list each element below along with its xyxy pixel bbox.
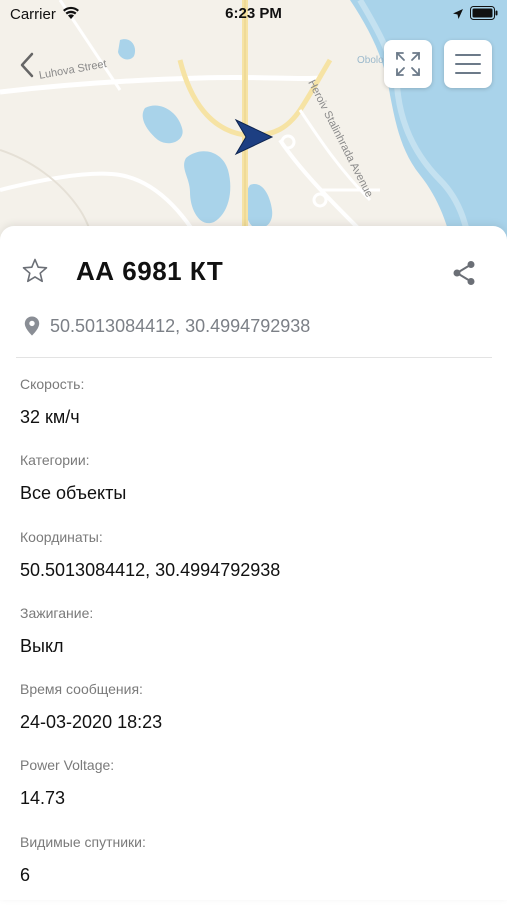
location-pin-icon xyxy=(24,316,40,341)
satellites-field: Видимые спутники: 6 xyxy=(20,832,490,908)
divider xyxy=(16,357,492,358)
map-view[interactable]: Luhova Street Heroiv Stalinhrada Avenue … xyxy=(0,0,507,260)
power-voltage-field: Power Voltage: 14.73 xyxy=(20,755,490,831)
map-canvas xyxy=(0,0,507,260)
field-label: Время сообщения: xyxy=(20,681,143,698)
hamburger-menu-icon xyxy=(455,54,481,74)
field-value: 24-03-2020 18:23 xyxy=(20,712,163,733)
field-value: 32 км/ч xyxy=(20,407,80,427)
vehicle-plate-title: АА 6981 КТ xyxy=(76,256,224,286)
field-value: 50.5013084412, 30.4994792938 xyxy=(20,559,281,580)
fullscreen-button[interactable] xyxy=(384,40,432,88)
back-button[interactable] xyxy=(12,48,44,82)
field-label: Видимые спутники: xyxy=(20,833,146,850)
ignition-field: Зажигание: Выкл xyxy=(20,603,490,679)
vehicle-details-sheet: АА 6981 КТ 50.5013084412, 30.4994792938 … xyxy=(0,226,507,900)
menu-button[interactable] xyxy=(444,40,492,88)
field-label: Зажигание: xyxy=(20,604,94,621)
favorite-star-icon[interactable] xyxy=(22,258,48,289)
coordinates-field: Координаты: 50.5013084412, 30.4994792938 xyxy=(20,527,490,603)
location-arrow-icon xyxy=(452,7,464,25)
share-icon[interactable] xyxy=(452,260,476,291)
category-field: Категории: Все объекты xyxy=(20,450,490,526)
expand-arrows-icon xyxy=(396,52,420,76)
field-value: 6 xyxy=(20,864,31,885)
field-value: 14.73 xyxy=(20,788,66,809)
street-label: Obolo xyxy=(357,55,384,66)
field-label: Категории: xyxy=(20,452,90,469)
field-label: Power Voltage: xyxy=(20,757,115,774)
speed-field: Скорость: 32 км/ч xyxy=(20,374,490,450)
field-label: Скорость: xyxy=(20,376,85,392)
status-bar: Carrier 6:23 PM xyxy=(0,0,507,28)
battery-icon xyxy=(470,6,498,25)
chevron-left-icon xyxy=(20,52,34,78)
field-value: Выкл xyxy=(20,635,64,656)
field-label: Координаты: xyxy=(20,528,103,545)
message-time-field: Время сообщения: 24-03-2020 18:23 xyxy=(20,679,490,755)
field-value: Все объекты xyxy=(20,483,127,504)
details-list: Скорость: 32 км/ч Категории: Все объекты… xyxy=(20,374,490,908)
clock: 6:23 PM xyxy=(225,5,282,22)
vehicle-coordinates[interactable]: 50.5013084412, 30.4994792938 xyxy=(50,316,310,337)
